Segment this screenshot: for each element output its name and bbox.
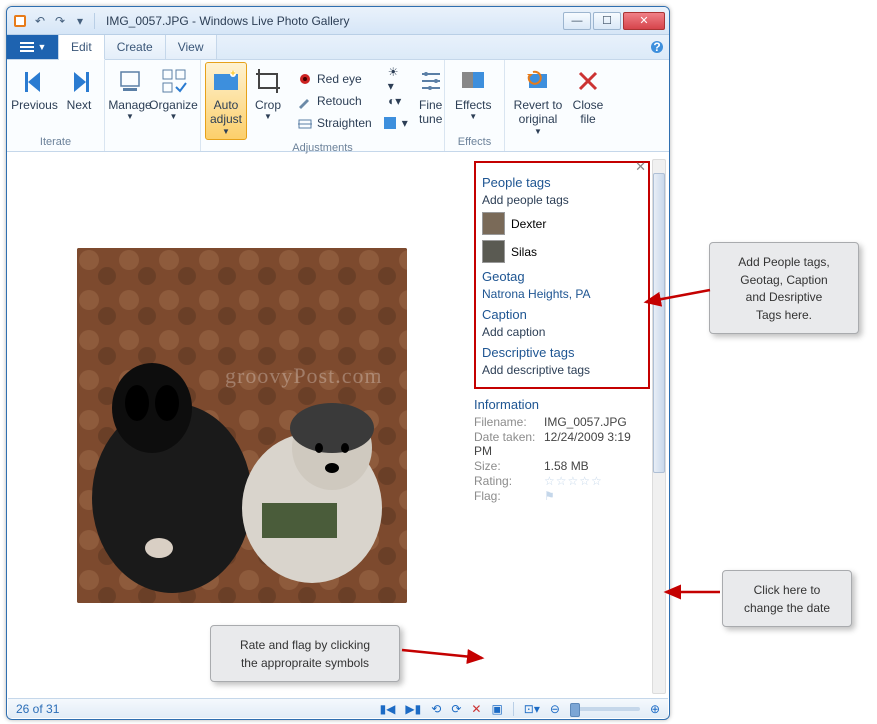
watermark: groovyPost.com xyxy=(225,363,383,389)
color-button[interactable]: ◐▾ xyxy=(383,90,407,112)
filename-label: Filename: xyxy=(474,415,544,429)
divider xyxy=(94,13,95,29)
panel-close-icon[interactable]: ✕ xyxy=(635,159,646,175)
close-button[interactable]: ✕ xyxy=(623,12,665,30)
crop-button[interactable]: Crop▼ xyxy=(247,62,289,140)
previous-button[interactable]: Previous xyxy=(11,62,58,134)
noise-button[interactable]: ▾ xyxy=(383,112,407,134)
rotate-left-icon[interactable]: ⟲ xyxy=(431,702,441,716)
photo xyxy=(77,248,407,603)
information-head: Information xyxy=(474,397,650,412)
straighten-button[interactable]: Straighten xyxy=(292,112,377,134)
size-label: Size: xyxy=(474,459,544,473)
add-caption[interactable]: Add caption xyxy=(482,325,642,339)
window-title: IMG_0057.JPG - Windows Live Photo Galler… xyxy=(106,14,349,28)
effects-button[interactable]: Effects▼ xyxy=(449,62,497,134)
redo-icon[interactable]: ↷ xyxy=(51,12,69,30)
add-descriptive-tags[interactable]: Add descriptive tags xyxy=(482,363,642,377)
app-icon xyxy=(11,12,29,30)
undo-icon[interactable]: ↶ xyxy=(31,12,49,30)
divider xyxy=(513,702,514,716)
geotag-head: Geotag xyxy=(482,269,642,284)
auto-adjust-button[interactable]: Auto adjust▼ xyxy=(205,62,247,140)
group-effects-label: Effects xyxy=(449,134,500,151)
menubar: ▼ Edit Create View ? xyxy=(7,35,669,60)
ribbon: Previous Next Iterate Manage▼ Organize▼ … xyxy=(7,60,669,152)
retouch-button[interactable]: Retouch xyxy=(292,90,377,112)
caption-head: Caption xyxy=(482,307,642,322)
scrollbar-thumb[interactable] xyxy=(653,173,665,473)
add-people-tags[interactable]: Add people tags xyxy=(482,193,642,207)
titlebar: ↶ ↷ ▾ IMG_0057.JPG - Windows Live Photo … xyxy=(7,7,669,35)
maximize-button[interactable]: ☐ xyxy=(593,12,621,30)
minimize-button[interactable]: — xyxy=(563,12,591,30)
photo-viewport[interactable] xyxy=(8,153,468,698)
info-panel: ✕ People tags Add people tags Dexter Sil… xyxy=(468,153,668,698)
statusbar: 26 of 31 ▮◀ ▶▮ ⟲ ⟳ ✕ ▣ ⊡▾ ⊖ ⊕ xyxy=(8,698,668,718)
person-dexter[interactable]: Dexter xyxy=(482,212,642,235)
tab-edit[interactable]: Edit xyxy=(59,35,105,60)
flag-label: Flag: xyxy=(474,489,544,503)
callout-date: Click here to change the date xyxy=(722,570,852,627)
qat-more-icon[interactable]: ▾ xyxy=(71,12,89,30)
size-value: 1.58 MB xyxy=(544,459,589,473)
slideshow-icon[interactable]: ▣ xyxy=(491,702,502,716)
next-button[interactable]: Next xyxy=(58,62,100,134)
last-icon[interactable]: ▶▮ xyxy=(405,702,421,716)
callout-tags: Add People tags, Geotag, Caption and Des… xyxy=(709,242,859,334)
rotate-right-icon[interactable]: ⟳ xyxy=(451,702,461,716)
callout-rate: Rate and flag by clicking the approprait… xyxy=(210,625,400,682)
redeye-button[interactable]: Red eye xyxy=(292,68,377,90)
people-tags-head: People tags xyxy=(482,175,642,190)
fit-icon[interactable]: ⊡▾ xyxy=(524,702,540,716)
rating-label: Rating: xyxy=(474,474,544,488)
delete-icon[interactable]: ✕ xyxy=(471,702,481,716)
person-silas[interactable]: Silas xyxy=(482,240,642,263)
close-file-button[interactable]: Close file xyxy=(567,62,609,140)
date-label: Date taken: xyxy=(474,430,544,444)
filename-value[interactable]: IMG_0057.JPG xyxy=(544,415,627,429)
avatar xyxy=(482,240,505,263)
flag-icon[interactable]: ⚑ xyxy=(544,489,555,503)
group-iterate-label: Iterate xyxy=(11,134,100,151)
zoom-in-icon[interactable]: ⊕ xyxy=(650,702,660,716)
first-icon[interactable]: ▮◀ xyxy=(380,702,396,716)
tags-highlight-box: People tags Add people tags Dexter Silas… xyxy=(474,161,650,389)
counter: 26 of 31 xyxy=(16,702,59,716)
revert-button[interactable]: Revert to original▼ xyxy=(509,62,567,140)
descriptive-tags-head: Descriptive tags xyxy=(482,345,642,360)
manage-button[interactable]: Manage▼ xyxy=(109,62,151,134)
zoom-out-icon[interactable]: ⊖ xyxy=(550,702,560,716)
tab-create[interactable]: Create xyxy=(105,35,166,59)
rating-stars[interactable]: ☆☆☆☆☆ xyxy=(544,474,603,488)
tab-view[interactable]: View xyxy=(166,35,217,59)
avatar xyxy=(482,212,505,235)
exposure-button[interactable]: ☀▾ xyxy=(383,68,407,90)
organize-button[interactable]: Organize▼ xyxy=(151,62,196,134)
zoom-slider[interactable] xyxy=(570,707,640,711)
help-icon[interactable]: ? xyxy=(645,35,669,59)
svg-text:?: ? xyxy=(653,40,660,54)
file-menu[interactable]: ▼ xyxy=(7,35,59,59)
geotag-value[interactable]: Natrona Heights, PA xyxy=(482,287,642,301)
